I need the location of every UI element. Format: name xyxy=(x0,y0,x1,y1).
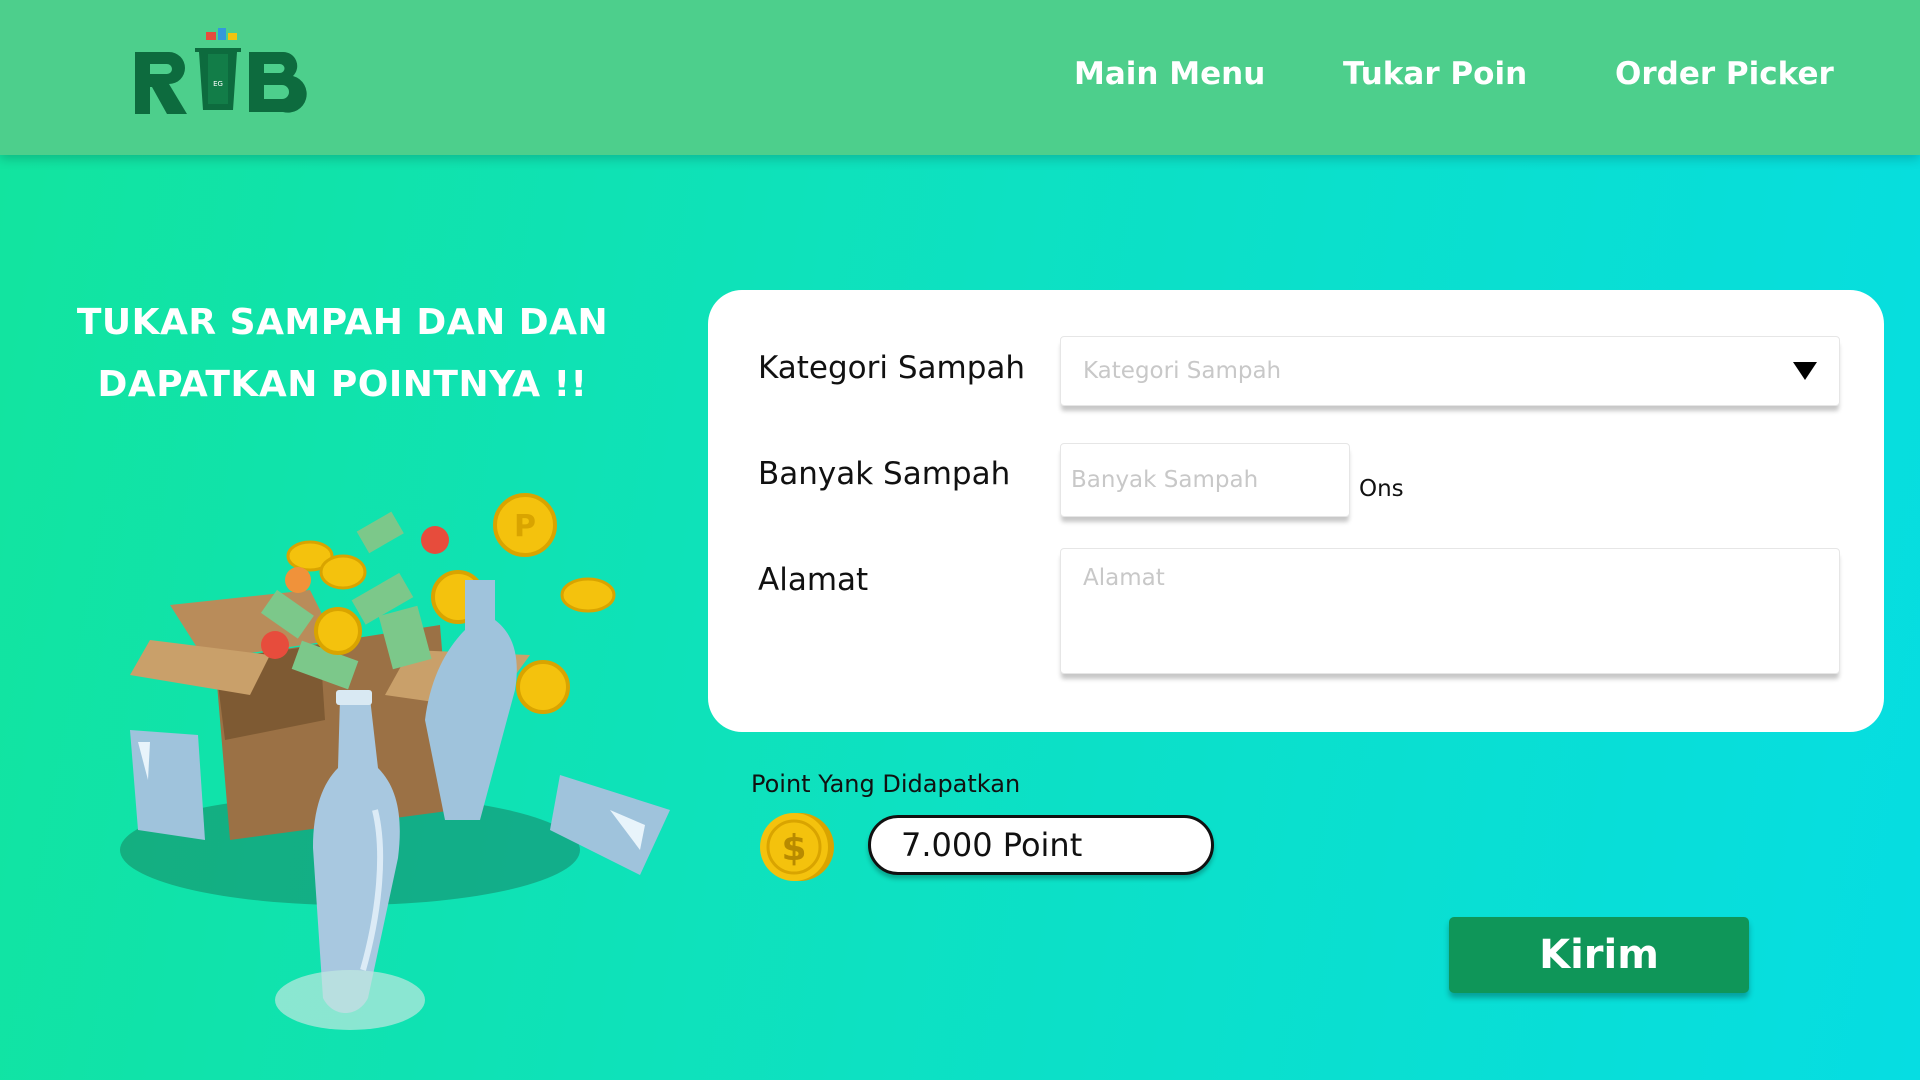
dollar-coin-icon: $ xyxy=(754,810,836,884)
unit-label: Ons xyxy=(1359,476,1404,502)
nav-order-picker[interactable]: Order Picker xyxy=(1615,56,1834,92)
banyak-sampah-placeholder: Banyak Sampah xyxy=(1071,467,1259,493)
points-label: Point Yang Didapatkan xyxy=(751,770,1021,798)
banyak-sampah-label: Banyak Sampah xyxy=(758,456,1011,492)
svg-text:P: P xyxy=(514,509,536,544)
kategori-sampah-label: Kategori Sampah xyxy=(758,350,1026,386)
points-value: 7.000 Point xyxy=(868,815,1214,875)
rub-logo[interactable]: EG xyxy=(133,24,313,114)
kategori-sampah-select[interactable]: Kategori Sampah xyxy=(1060,336,1840,406)
banyak-sampah-input[interactable]: Banyak Sampah xyxy=(1060,443,1350,517)
svg-text:EG: EG xyxy=(213,80,223,88)
alamat-textarea[interactable]: Alamat xyxy=(1060,548,1840,674)
nav-tukar-poin[interactable]: Tukar Poin xyxy=(1343,56,1527,92)
nav-main-menu[interactable]: Main Menu xyxy=(1074,56,1265,92)
trash-box-illustration: P xyxy=(110,480,670,1040)
top-nav-bar: EG Main Menu Tukar Poin Order Picker xyxy=(0,0,1920,155)
hero-title-line2: DAPATKAN POINTNYA !! xyxy=(97,364,588,405)
hero-title-line1: TUKAR SAMPAH DAN DAN xyxy=(76,302,609,343)
hero-title: TUKAR SAMPAH DAN DAN DAPATKAN POINTNYA !… xyxy=(40,292,645,416)
alamat-label: Alamat xyxy=(758,562,869,598)
alamat-placeholder: Alamat xyxy=(1083,565,1165,591)
trash-exchange-form: Kategori Sampah Kategori Sampah Banyak S… xyxy=(708,290,1884,732)
svg-text:$: $ xyxy=(781,828,806,869)
kirim-button[interactable]: Kirim xyxy=(1449,917,1749,993)
kategori-sampah-placeholder: Kategori Sampah xyxy=(1083,358,1282,384)
caret-down-icon[interactable] xyxy=(1793,362,1817,380)
